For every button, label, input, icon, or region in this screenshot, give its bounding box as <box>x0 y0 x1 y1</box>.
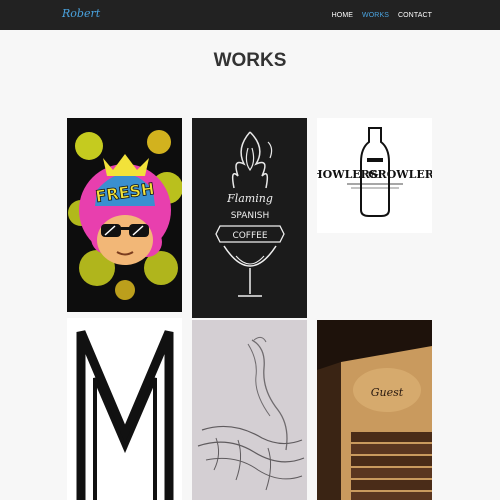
navbar: Robert HOME WORKS CONTACT <box>0 0 500 30</box>
work-tile-fresh[interactable]: FRESH <box>67 118 182 312</box>
growlers-text: GROWLERS <box>368 168 432 181</box>
page-title: WORKS <box>213 50 287 71</box>
work-tile-flaming-spanish-coffee[interactable]: Flaming SPANISH COFFEE <box>192 118 307 318</box>
nav-contact[interactable]: CONTACT <box>398 12 432 19</box>
work-tile-guest-wall-mural[interactable]: Guest <box>317 320 432 500</box>
nav-menu: HOME WORKS CONTACT <box>332 0 432 30</box>
sketch-artwork <box>192 320 307 500</box>
guest-wall-mural-artwork: Guest <box>317 320 432 500</box>
work-tile-m-logo[interactable] <box>67 318 182 500</box>
fresh-artwork: FRESH <box>67 118 182 312</box>
m-logo-artwork <box>67 318 182 500</box>
nav-home[interactable]: HOME <box>332 12 353 19</box>
work-tile-howlers-growlers[interactable]: HOWLERS & GROWLERS <box>317 118 432 233</box>
spanish-text: SPANISH <box>231 211 270 221</box>
howlers-growlers-artwork: HOWLERS & GROWLERS <box>317 118 432 233</box>
flaming-text: Flaming <box>226 192 273 205</box>
coffee-text: COFFEE <box>232 231 267 241</box>
nav-works[interactable]: WORKS <box>362 12 389 19</box>
guest-text: Guest <box>371 386 404 399</box>
brand-logo[interactable]: Robert <box>62 7 100 20</box>
work-tile-sketch[interactable] <box>192 320 307 500</box>
flaming-spanish-coffee-artwork: Flaming SPANISH COFFEE <box>192 118 307 318</box>
